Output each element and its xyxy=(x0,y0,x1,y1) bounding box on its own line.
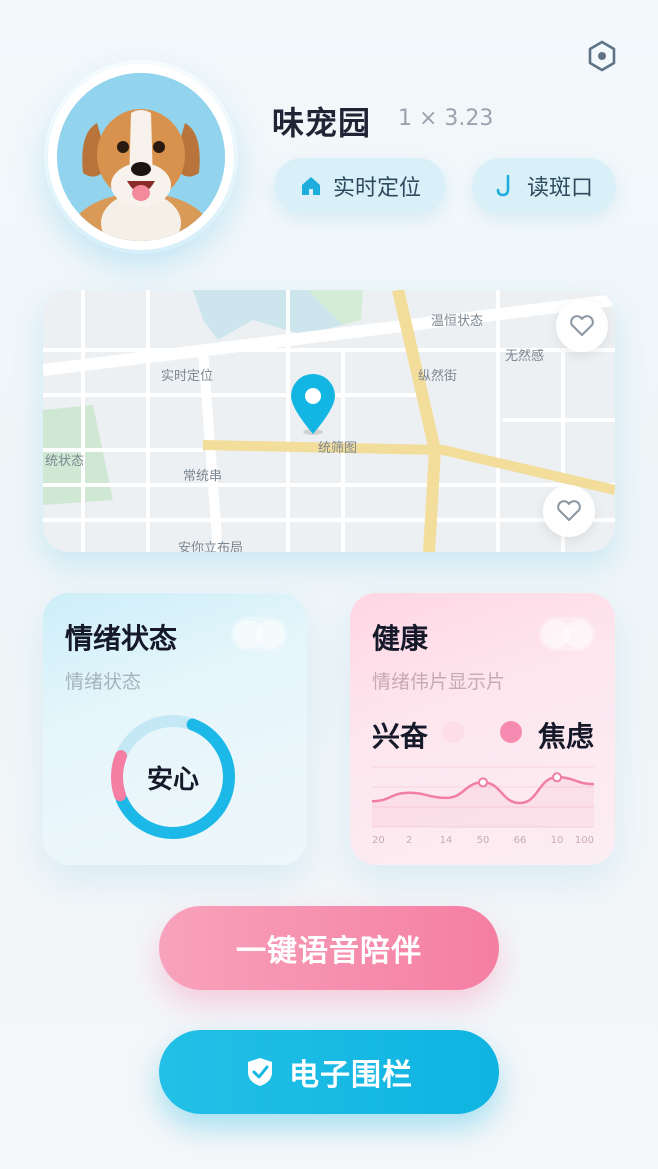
house-icon xyxy=(301,177,320,195)
electronic-fence-label: 电子围栏 xyxy=(289,1058,413,1093)
electronic-fence-button[interactable]: 电子围栏 xyxy=(159,1030,499,1114)
pet-name: 味宠园 xyxy=(272,104,372,142)
data-point xyxy=(478,777,488,788)
health-line-chart: 20 2 14 50 66 10 100 xyxy=(371,766,595,846)
voice-companion-button[interactable]: 一键语音陪伴 xyxy=(159,906,499,990)
heart-icon xyxy=(570,315,594,336)
favorite-button[interactable] xyxy=(543,485,595,537)
voice-companion-label: 一键语音陪伴 xyxy=(236,934,422,969)
hook-icon xyxy=(496,174,510,197)
map-label: 温恒状态 xyxy=(431,314,483,329)
x-tick-label: 100 xyxy=(575,835,594,846)
map-label: 纵然街 xyxy=(418,368,457,384)
mood-toggle[interactable] xyxy=(231,617,287,651)
health-toggle[interactable] xyxy=(539,617,595,651)
hexagon-gear-icon xyxy=(588,40,616,72)
settings-button[interactable] xyxy=(582,36,622,76)
x-tick-label: 66 xyxy=(514,835,527,846)
read-label: 读斑口 xyxy=(526,176,593,201)
pet-avatar[interactable] xyxy=(48,64,234,250)
read-button[interactable]: 读斑口 xyxy=(472,158,616,214)
x-tick-label: 50 xyxy=(477,835,490,846)
map-label: 统状态 xyxy=(45,454,84,469)
map-label: 安你立布局 xyxy=(178,541,243,552)
dog-photo xyxy=(57,73,225,241)
realtime-location-label: 实时定位 xyxy=(332,176,421,201)
map-canvas: 温恒状态 无然感 实时定位 统筛图 常统串 统状态 安你立布局 纵然街 xyxy=(43,290,615,552)
map-label: 常统串 xyxy=(183,469,222,484)
favorite-button[interactable] xyxy=(556,300,608,352)
x-tick-label: 10 xyxy=(551,835,564,846)
health-card-title: 健康 xyxy=(372,622,429,655)
legend-dot-excited xyxy=(442,721,464,743)
x-tick-label: 20 xyxy=(372,835,385,846)
location-map[interactable]: 温恒状态 无然感 实时定位 统筛图 常统串 统状态 安你立布局 纵然街 xyxy=(43,290,615,552)
pet-meta: 1 × 3.23 xyxy=(398,106,494,131)
x-tick-label: 2 xyxy=(406,835,412,846)
legend-excited: 兴奋 xyxy=(372,720,429,753)
data-point xyxy=(552,772,562,783)
heart-icon xyxy=(557,500,581,521)
health-card-subtitle: 情绪伟片显示片 xyxy=(372,671,506,693)
mood-card-subtitle: 情绪状态 xyxy=(65,671,142,693)
mood-status-card[interactable]: 情绪状态 情绪状态 安心 xyxy=(43,593,307,865)
mood-card-title: 情绪状态 xyxy=(65,622,178,655)
x-tick-label: 14 xyxy=(440,835,453,846)
map-label: 统筛图 xyxy=(318,441,357,456)
map-label: 无然感 xyxy=(505,348,544,364)
health-card[interactable]: 健康 情绪伟片显示片 兴奋 焦虑 20 2 14 50 66 10 100 xyxy=(350,593,615,865)
shield-check-icon xyxy=(248,1058,272,1086)
legend-anxious: 焦虑 xyxy=(538,720,595,753)
mood-value: 安心 xyxy=(146,765,199,795)
map-label: 实时定位 xyxy=(161,369,213,384)
legend-dot-anxious xyxy=(500,721,522,743)
realtime-location-button[interactable]: 实时定位 xyxy=(274,158,446,214)
